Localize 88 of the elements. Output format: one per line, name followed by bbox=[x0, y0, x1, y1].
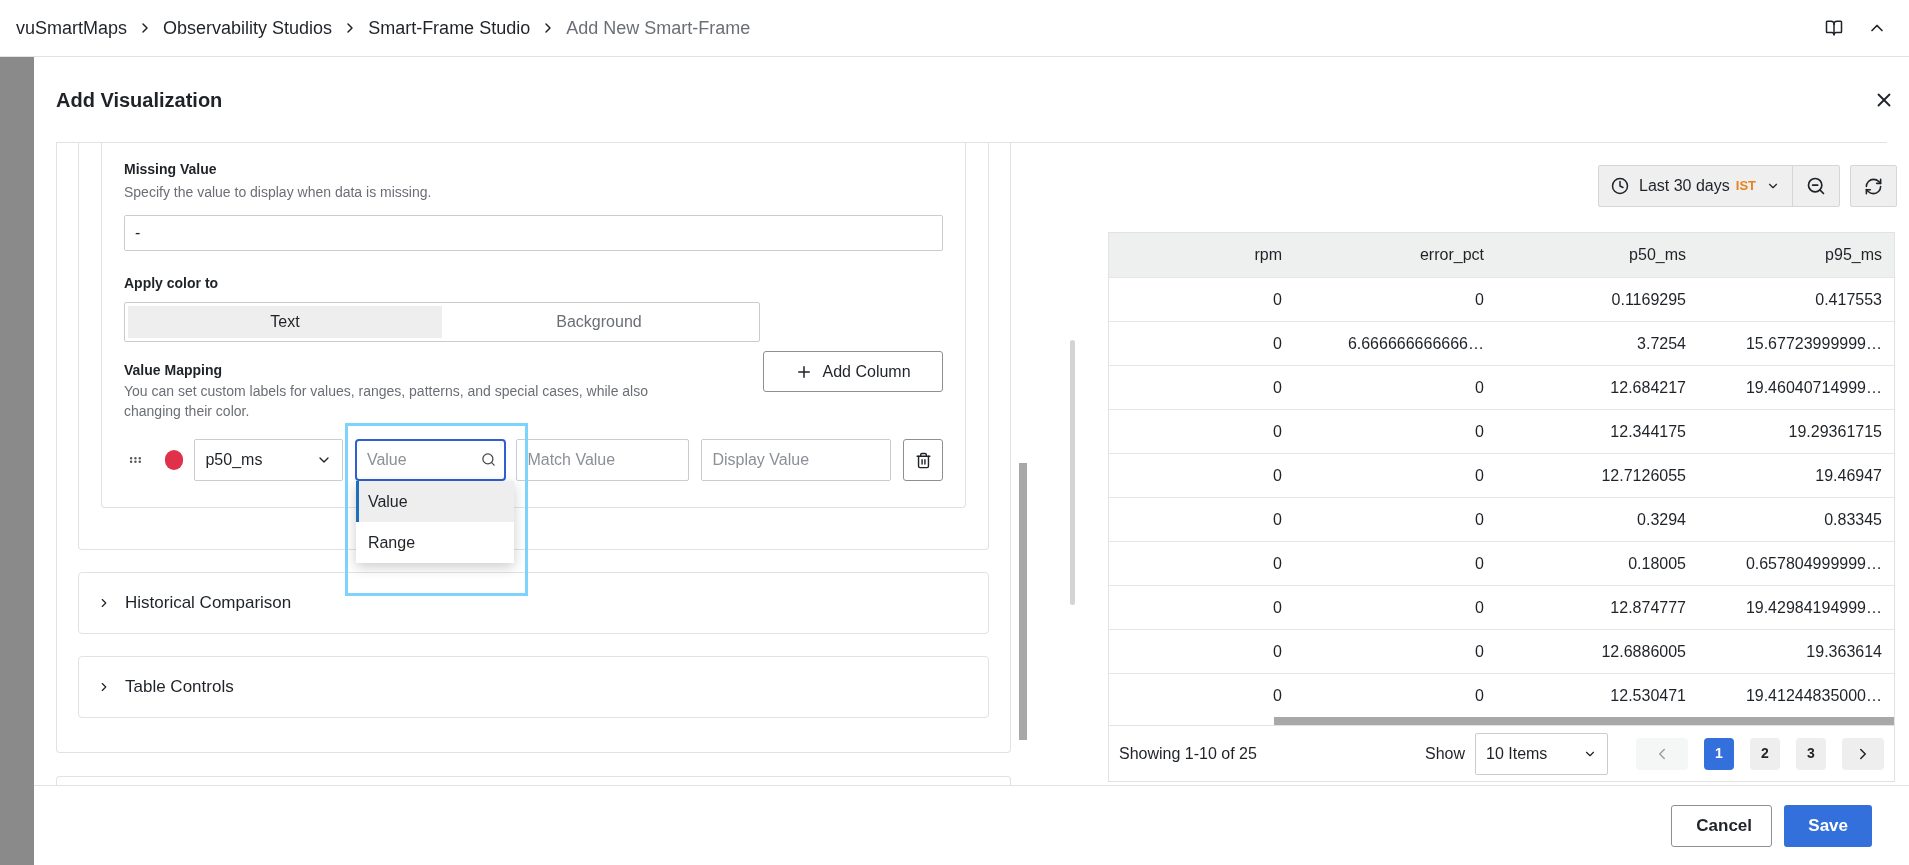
table-cell-text: 0 bbox=[1474, 685, 1485, 706]
clock-icon bbox=[1611, 177, 1630, 195]
page-button[interactable]: 2 bbox=[1750, 737, 1780, 770]
segment-tab[interactable]: Background bbox=[442, 306, 756, 338]
refresh-icon bbox=[1864, 176, 1883, 196]
column-header[interactable]: error_pct bbox=[1294, 243, 1496, 267]
table-cell-text: 0.83345 bbox=[1823, 509, 1883, 530]
table-cell-text: 0 bbox=[1474, 377, 1485, 398]
time-range-label: Last 30 days bbox=[1639, 176, 1730, 196]
field-label: Missing Value bbox=[124, 160, 218, 179]
table-cell-text: 19.363614 bbox=[1805, 641, 1883, 662]
time-range-button[interactable]: Last 30 days IST bbox=[1599, 166, 1793, 206]
field-description: Specify the value to display when data is missing. bbox=[124, 183, 433, 202]
table-cell-text: 0 bbox=[1272, 289, 1283, 310]
breadcrumb-link[interactable]: Observability Studios bbox=[163, 14, 333, 42]
table-cell-text: 0 bbox=[1272, 553, 1283, 574]
table-cell-text: 12.530471 bbox=[1609, 685, 1687, 706]
table-cell-text: 0.3294 bbox=[1636, 509, 1687, 530]
table-cell-text: 0 bbox=[1474, 465, 1485, 486]
display-value-input[interactable]: Display Value bbox=[701, 439, 892, 481]
missing-value-input[interactable]: - bbox=[124, 215, 943, 251]
scrollbar-thumb[interactable] bbox=[1069, 340, 1075, 605]
page-button[interactable]: 1 bbox=[1704, 737, 1734, 770]
table-cell-text: 0.417553 bbox=[1814, 289, 1883, 310]
page-button[interactable]: 3 bbox=[1796, 737, 1826, 770]
delete-button[interactable] bbox=[903, 439, 943, 481]
pagination-summary: Showing 1-10 of 25 bbox=[1119, 743, 1257, 764]
table-cell-text: 0 bbox=[1272, 465, 1283, 486]
table-cell-text: 0 bbox=[1272, 377, 1283, 398]
table-cell-text: 12.874777 bbox=[1609, 597, 1687, 618]
type-search-field[interactable]: Value bbox=[354, 439, 507, 481]
scrollbar-thumb[interactable] bbox=[1019, 463, 1028, 740]
cancel-button[interactable]: Cancel bbox=[1671, 804, 1773, 847]
breadcrumb-link[interactable]: vuSmartMaps bbox=[16, 14, 128, 42]
table-cell-text: 0 bbox=[1272, 421, 1283, 442]
field-label: Value Mapping bbox=[124, 361, 223, 380]
table-cell-text: 0 bbox=[1474, 641, 1485, 662]
table-cell-text: 12.6886005 bbox=[1600, 641, 1687, 662]
table-cell-text: 0 bbox=[1272, 641, 1283, 662]
zoom-out-icon bbox=[1806, 176, 1826, 196]
table-cell-text: 19.46947 bbox=[1814, 465, 1883, 486]
column-header[interactable]: p50_ms bbox=[1496, 243, 1698, 267]
table-cell-text: 15.67723999999… bbox=[1744, 333, 1883, 354]
table-cell-text: 0 bbox=[1474, 289, 1485, 310]
accordion-header[interactable]: Table Controls bbox=[78, 656, 989, 718]
table-cell-text: 0 bbox=[1272, 333, 1283, 354]
field-label: Apply color to bbox=[124, 274, 220, 293]
table-cell-text: 0 bbox=[1474, 421, 1485, 442]
table-cell-text: 0 bbox=[1272, 597, 1283, 618]
table-cell-text: 0 bbox=[1272, 509, 1283, 530]
trash-icon bbox=[914, 451, 932, 469]
table-cell-text: 12.344175 bbox=[1609, 421, 1687, 442]
table-cell-text: 3.7254 bbox=[1636, 333, 1687, 354]
page-size-select[interactable]: 10 Items bbox=[1475, 732, 1608, 775]
show-label: Show bbox=[1424, 743, 1465, 764]
add-column-button[interactable]: Add Column bbox=[762, 351, 943, 392]
table-cell-text: 19.29361715 bbox=[1787, 421, 1883, 442]
breadcrumb-link[interactable]: Smart-Frame Studio bbox=[368, 14, 531, 42]
table-cell-text: 0.657804999999… bbox=[1744, 553, 1883, 574]
table-cell-text: 6.666666666666… bbox=[1346, 333, 1485, 354]
column-header[interactable]: p95_ms bbox=[1698, 243, 1894, 267]
table-cell-text: 0 bbox=[1474, 597, 1485, 618]
book-icon[interactable] bbox=[1825, 19, 1843, 37]
table-cell-text: 0.18005 bbox=[1627, 553, 1687, 574]
table-cell-text: 19.42984194999… bbox=[1744, 597, 1883, 618]
segment-tab[interactable]: Text bbox=[128, 306, 442, 338]
table-cell-text: 12.7126055 bbox=[1600, 465, 1687, 486]
accordion-header[interactable]: Historical Comparison bbox=[78, 572, 989, 634]
column-select[interactable]: p50_ms bbox=[194, 439, 343, 481]
table-cell-text: 0 bbox=[1272, 685, 1283, 706]
timezone-label: IST bbox=[1735, 177, 1756, 196]
menu-item[interactable]: Range bbox=[355, 522, 514, 563]
save-button[interactable]: Save bbox=[1784, 804, 1872, 847]
table-cell-text: 12.684217 bbox=[1609, 377, 1687, 398]
search-icon bbox=[481, 452, 497, 467]
breadcrumb-link[interactable]: Add New Smart-Frame bbox=[566, 14, 751, 42]
refresh-button[interactable] bbox=[1850, 165, 1897, 207]
column-header[interactable]: rpm bbox=[1109, 243, 1294, 267]
field-description: You can set custom labels for values, ranges, patterns, and special cases, while also changing their color. bbox=[124, 382, 649, 421]
table-cell-text: 19.46040714999… bbox=[1744, 377, 1883, 398]
scrollbar-thumb[interactable] bbox=[1274, 717, 1894, 725]
table-cell-text: 19.41244835000… bbox=[1744, 685, 1883, 706]
table-cell-text: 0.1169295 bbox=[1610, 289, 1687, 310]
dialog-title: Add Visualization bbox=[56, 87, 223, 113]
table-cell-text: 0 bbox=[1474, 509, 1485, 530]
table-cell-text: 0 bbox=[1474, 553, 1485, 574]
menu-item[interactable]: Value bbox=[355, 481, 514, 522]
match-value-input[interactable]: Match Value bbox=[516, 439, 690, 481]
